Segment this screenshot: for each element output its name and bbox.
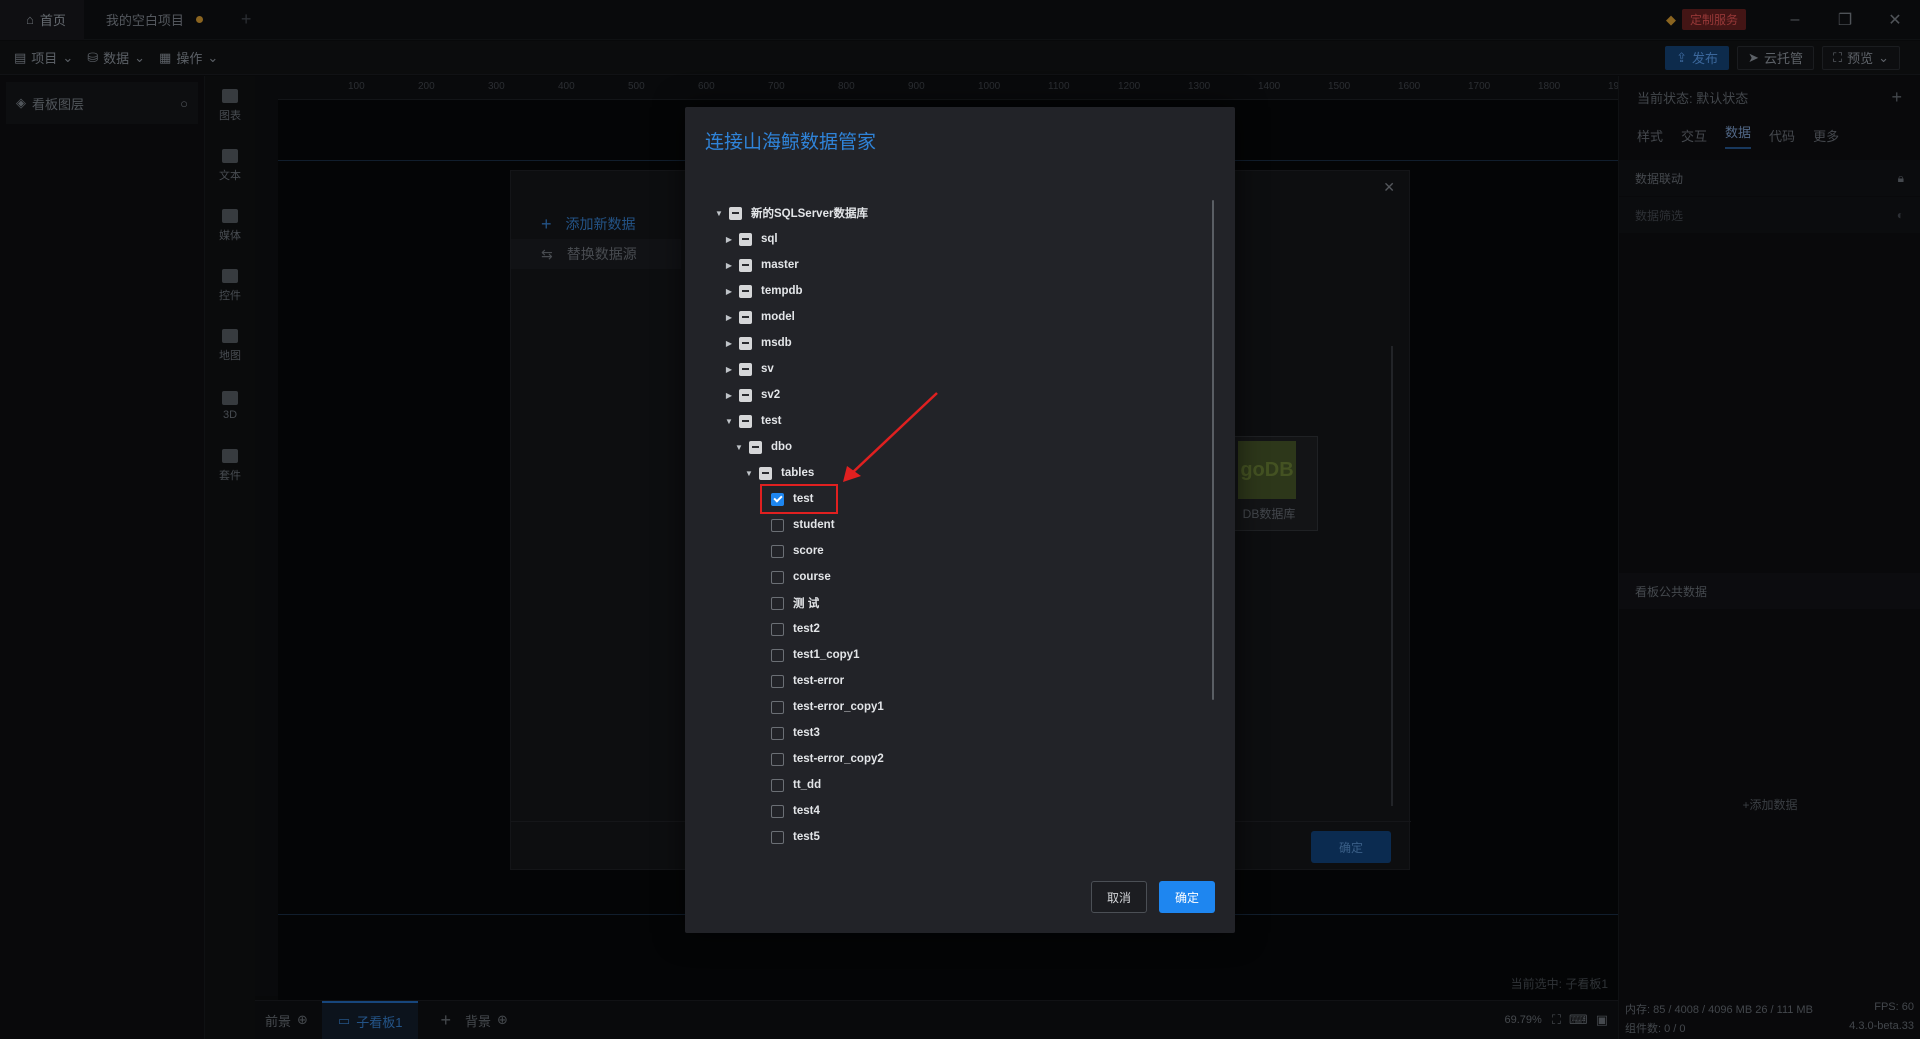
tree-node-label: tables [781, 467, 815, 479]
tree-node[interactable]: ▶ tempdb [713, 278, 1173, 304]
caret-right-icon[interactable]: ▶ [723, 261, 735, 270]
tree-scrollbar[interactable] [1212, 200, 1214, 700]
tree-node[interactable]: ▶ sv [713, 356, 1173, 382]
tree-node-label: test-error [793, 675, 845, 687]
tree-node-label: test1_copy1 [793, 649, 860, 661]
tree-node-label: tt_dd [793, 779, 822, 791]
tree-checkbox[interactable] [729, 206, 742, 220]
tree-node-label: test-error_copy2 [793, 753, 884, 765]
database-tree: ▼ 新的SQLServer数据库 ▶ sql ▶ master ▶ tempdb ▶ model ▶… [713, 200, 1173, 850]
tree-node-label: test4 [793, 805, 820, 817]
confirm-button[interactable]: 确定 [1159, 881, 1215, 913]
tree-checkbox[interactable] [771, 726, 784, 740]
tree-node-label: sql [761, 233, 778, 245]
tree-node[interactable]: test-error_copy1 [713, 694, 1173, 720]
tree-node-label: test-error_copy1 [793, 701, 884, 713]
tree-node-label: 测 试 [793, 598, 820, 610]
tree-checkbox[interactable] [739, 388, 752, 402]
tree-checkbox[interactable] [771, 752, 784, 766]
tree-node-label: test5 [793, 831, 820, 843]
tree-node-label: 新的SQLServer数据库 [751, 208, 868, 220]
tree-node[interactable]: test2 [713, 616, 1173, 642]
annotation-arrow-icon [843, 392, 938, 482]
tree-checkbox[interactable] [771, 804, 784, 818]
tree-node-label: master [761, 259, 799, 271]
tree-checkbox[interactable] [739, 310, 752, 324]
highlight-box [760, 484, 838, 514]
tree-node-label: sv [761, 363, 774, 375]
tree-node[interactable]: ▶ model [713, 304, 1173, 330]
tree-checkbox[interactable] [739, 232, 752, 246]
tree-node[interactable]: ▶ master [713, 252, 1173, 278]
tree-checkbox[interactable] [749, 440, 762, 454]
tree-node[interactable]: test-error [713, 668, 1173, 694]
caret-right-icon[interactable]: ▶ [723, 313, 735, 322]
caret-right-icon[interactable]: ▶ [723, 365, 735, 374]
tree-node-label: model [761, 311, 795, 323]
connect-data-manager-dialog: 连接山海鲸数据管家 ▼ 新的SQLServer数据库 ▶ sql ▶ master ▶ tem… [685, 107, 1235, 933]
tree-node[interactable]: tt_dd [713, 772, 1173, 798]
tree-node[interactable]: ▶ sql [713, 226, 1173, 252]
tree-node[interactable]: test3 [713, 720, 1173, 746]
tree-checkbox[interactable] [739, 284, 752, 298]
caret-right-icon[interactable]: ▶ [723, 235, 735, 244]
tree-node-label: student [793, 519, 835, 531]
tree-node-label: tempdb [761, 285, 803, 297]
caret-right-icon[interactable]: ▶ [723, 339, 735, 348]
tree-node[interactable]: student [713, 512, 1173, 538]
tree-node[interactable]: test-error_copy2 [713, 746, 1173, 772]
caret-right-icon[interactable]: ▶ [723, 287, 735, 296]
tree-node[interactable]: test5 [713, 824, 1173, 850]
cancel-button[interactable]: 取消 [1091, 881, 1147, 913]
tree-node[interactable]: ▼ 新的SQLServer数据库 [713, 200, 1173, 226]
caret-right-icon[interactable]: ▶ [723, 391, 735, 400]
tree-node-label: dbo [771, 441, 793, 453]
tree-node[interactable]: course [713, 564, 1173, 590]
tree-node-label: test [761, 415, 782, 427]
tree-node-label: sv2 [761, 389, 781, 401]
tree-node[interactable]: test1_copy1 [713, 642, 1173, 668]
tree-node[interactable]: test4 [713, 798, 1173, 824]
tree-node-label: score [793, 545, 824, 557]
tree-checkbox[interactable] [739, 258, 752, 272]
caret-down-icon[interactable]: ▼ [723, 417, 735, 426]
caret-down-icon[interactable]: ▼ [733, 443, 745, 452]
tree-checkbox[interactable] [759, 466, 772, 480]
tree-node[interactable]: score [713, 538, 1173, 564]
tree-node[interactable]: ▶ msdb [713, 330, 1173, 356]
tree-checkbox[interactable] [771, 622, 784, 636]
tree-checkbox[interactable] [771, 518, 784, 532]
dialog-title: 连接山海鲸数据管家 [705, 132, 877, 153]
tree-node[interactable]: 测 试 [713, 590, 1173, 616]
caret-down-icon[interactable]: ▼ [743, 469, 755, 478]
tree-node-label: msdb [761, 337, 792, 349]
tree-checkbox[interactable] [771, 830, 784, 844]
tree-node-label: test3 [793, 727, 820, 739]
tree-checkbox[interactable] [739, 362, 752, 376]
tree-checkbox[interactable] [771, 778, 784, 792]
caret-down-icon[interactable]: ▼ [713, 209, 725, 218]
tree-checkbox[interactable] [771, 544, 784, 558]
tree-checkbox[interactable] [771, 596, 784, 610]
tree-node-label: test2 [793, 623, 820, 635]
tree-checkbox[interactable] [739, 414, 752, 428]
tree-checkbox[interactable] [771, 700, 784, 714]
tree-checkbox[interactable] [771, 648, 784, 662]
tree-checkbox[interactable] [771, 570, 784, 584]
tree-node-label: course [793, 571, 831, 583]
tree-checkbox[interactable] [771, 674, 784, 688]
tree-checkbox[interactable] [739, 336, 752, 350]
